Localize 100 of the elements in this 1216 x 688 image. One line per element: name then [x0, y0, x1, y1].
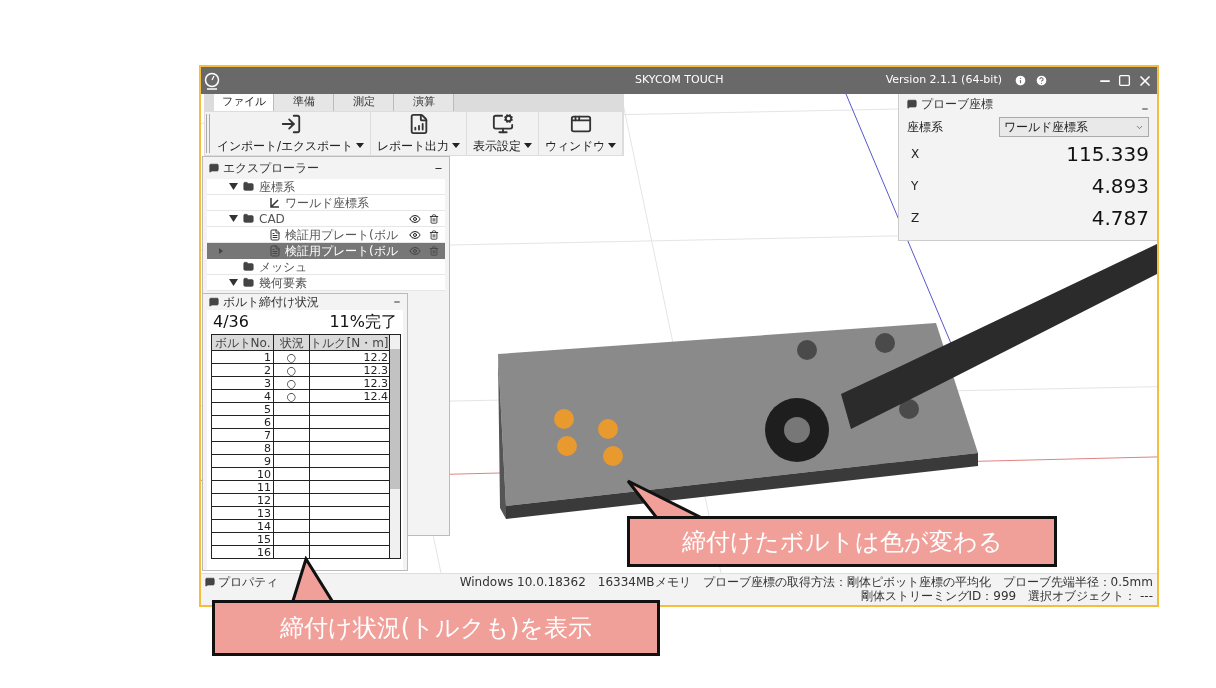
field-label: 座標系: [907, 119, 943, 136]
expand-arrow-icon[interactable]: [229, 215, 238, 222]
table-cell: 2: [212, 364, 274, 376]
axis-label: X: [910, 146, 920, 163]
folder-icon: [243, 277, 254, 288]
eye-icon[interactable]: [409, 228, 421, 241]
caret-icon: [524, 143, 533, 148]
import-icon: [279, 112, 302, 135]
folder-icon: [243, 181, 254, 192]
expand-arrow-icon[interactable]: [229, 279, 238, 286]
table-cell: 12: [212, 494, 274, 506]
panel-icon: [907, 99, 917, 109]
table-cell: ○: [274, 351, 310, 363]
eye-icon[interactable]: [409, 212, 421, 225]
file-icon: [269, 245, 281, 257]
table-cell: 11: [212, 481, 274, 493]
table-cell: 6: [212, 416, 274, 428]
axes-icon: [269, 197, 280, 208]
tool-label: ウィンドウ: [545, 137, 606, 155]
tree-item[interactable]: 検証用プレート(ボル: [207, 227, 445, 243]
trash-icon[interactable]: [429, 229, 439, 240]
status-text: プローブ座標の取得方法：剛体ピボット座標の平均化: [702, 575, 991, 589]
file-icon: [269, 228, 281, 241]
table-cell: 4: [212, 390, 274, 402]
toolbar-button[interactable]: インポート/エクスポート: [211, 112, 372, 155]
table-cell: 13: [212, 507, 274, 519]
tool-label: レポート出力: [377, 137, 450, 155]
column-header[interactable]: ボルトNo.: [212, 335, 274, 350]
table-cell: 5: [212, 403, 274, 415]
bolt-count: 4/36: [213, 311, 249, 333]
caret-icon: [452, 143, 461, 148]
status-text: Windows 10.0.18362: [459, 575, 586, 589]
tree-item[interactable]: 座標系: [207, 179, 445, 195]
toolbar-button[interactable]: レポート出力: [371, 112, 468, 155]
panel-icon: [205, 577, 215, 587]
column-header[interactable]: 状況: [274, 335, 310, 350]
status-text: 選択オブジェクト： ---: [1028, 589, 1153, 603]
tree-label: メッシュ: [259, 258, 307, 276]
folder-icon: [243, 213, 254, 224]
tree-label: 座標系: [259, 178, 295, 196]
ribbon-tab[interactable]: ファイル: [214, 94, 274, 111]
properties-tab[interactable]: プロパティ: [218, 575, 278, 589]
axis-label: Z: [910, 210, 920, 227]
tree-label: 検証用プレート(ボル: [285, 243, 398, 260]
folder-icon: [243, 261, 254, 272]
table-cell: 10: [212, 468, 274, 480]
expand-arrow-icon[interactable]: [229, 183, 238, 190]
axis-value: 4.787: [1091, 205, 1149, 232]
axis-label: Y: [910, 178, 919, 195]
table-cell: ○: [274, 390, 310, 402]
table-cell: 15: [212, 533, 274, 545]
table-cell: 3: [212, 377, 274, 389]
table-cell: 7: [212, 429, 274, 441]
panel-title: エクスプローラー: [223, 160, 319, 177]
monitor-icon: [491, 112, 514, 135]
table-cell: ○: [274, 364, 310, 376]
axis-value: 4.893: [1091, 173, 1149, 200]
toolbar-button[interactable]: ウィンドウ: [539, 112, 624, 155]
panel-icon: [209, 163, 219, 173]
caret-icon: [608, 143, 617, 148]
coordinate-system-select[interactable]: ワールド座標系: [999, 117, 1149, 137]
callout-text: 締付けたボルトは色が変わる: [681, 526, 1003, 558]
tree-item[interactable]: ワールド座標系: [207, 195, 445, 211]
caret-icon: [356, 143, 365, 148]
toolbar-button[interactable]: 表示設定: [467, 112, 540, 155]
table-cell: 8: [212, 442, 274, 454]
panel-title: プローブ座標: [921, 96, 993, 113]
ribbon-tab[interactable]: 測定: [334, 94, 394, 111]
tree-item[interactable]: CAD: [207, 211, 445, 227]
tree-label: CAD: [259, 210, 285, 228]
table-cell: 1: [212, 351, 274, 363]
trash-icon[interactable]: [429, 213, 439, 224]
table-cell: ○: [274, 377, 310, 389]
maximize-icon[interactable]: [1118, 74, 1131, 87]
scrollbar[interactable]: [390, 335, 400, 558]
ribbon-tab[interactable]: 準備: [274, 94, 334, 111]
status-text: プローブ先端半径：0.5mm: [1002, 575, 1153, 589]
toolbar-grip[interactable]: [206, 114, 210, 153]
row-pointer-icon: [219, 248, 223, 254]
tree-label: 検証用プレート(ボル: [285, 226, 398, 244]
panel-icon: [209, 297, 219, 307]
status-text: 剛体ストリーミングID：999: [860, 589, 1017, 603]
tree-item[interactable]: 幾何要素: [207, 275, 445, 291]
table-cell: 9: [212, 455, 274, 467]
ribbon-tab[interactable]: 演算: [394, 94, 454, 111]
table-cell: 14: [212, 520, 274, 532]
table-cell: 16: [212, 546, 274, 558]
help-icon[interactable]: [1035, 74, 1048, 87]
tool-label: インポート/エクスポート: [217, 137, 354, 155]
tree-item[interactable]: メッシュ: [207, 259, 445, 275]
version-label: Version 2.1.1 (64-bit): [885, 72, 1002, 89]
window-title: SKYCOM TOUCH: [635, 72, 724, 89]
progress-label: 11%完了: [329, 311, 397, 333]
callout-text: 締付け状況(トルクも)を表示: [279, 613, 593, 644]
info-icon[interactable]: [1014, 74, 1027, 87]
tree-label: 幾何要素: [259, 274, 307, 292]
status-text: 16334MBメモリ: [597, 575, 691, 589]
tool-label: 表示設定: [473, 137, 522, 155]
panel-title: ボルト締付け状況: [223, 294, 319, 311]
tree-label: ワールド座標系: [285, 194, 369, 212]
